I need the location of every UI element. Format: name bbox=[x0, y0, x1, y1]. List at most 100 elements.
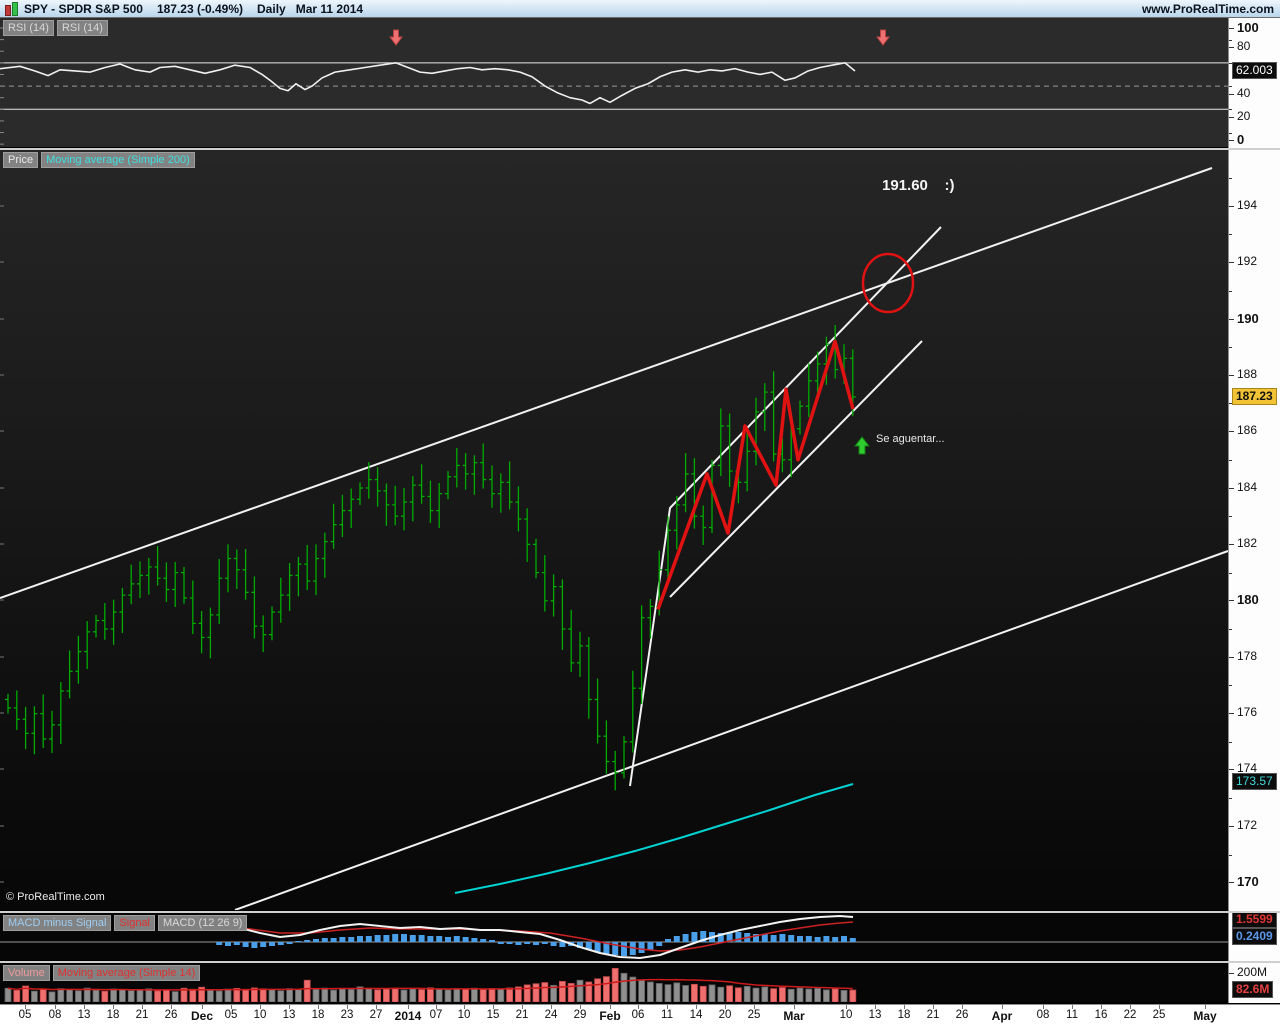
date-label: 27 bbox=[369, 1009, 383, 1021]
date-axis[interactable]: 05 08 13 18 21 26 Dec 05 10 13 18 23 27 2014 07 10 15 21 2… bbox=[0, 1004, 1280, 1024]
scale-tick bbox=[1229, 47, 1234, 48]
date-label: 10 bbox=[253, 1009, 267, 1021]
sell-arrow-icon[interactable] bbox=[876, 29, 890, 46]
date-label: 2014 bbox=[394, 1009, 422, 1023]
scale-tick bbox=[1229, 347, 1232, 348]
date-label: 10 bbox=[457, 1009, 471, 1021]
scale-tick bbox=[1229, 177, 1232, 179]
volume-value-box: 82.6M bbox=[1232, 981, 1274, 998]
scale-label: 172 bbox=[1237, 818, 1258, 832]
scale-label: 0 bbox=[1237, 132, 1245, 147]
scale-tick bbox=[1229, 973, 1234, 974]
scale-label: 174 bbox=[1237, 761, 1258, 775]
scale-tick bbox=[1229, 459, 1232, 461]
ma200-value-box: 173.57 bbox=[1232, 773, 1277, 790]
scale-tick bbox=[1229, 882, 1234, 883]
last-price-box: 187.23 bbox=[1232, 388, 1277, 405]
date-label: 25 bbox=[747, 1009, 761, 1021]
scale-tick bbox=[1229, 769, 1234, 770]
volume-label[interactable]: Volume bbox=[3, 965, 50, 981]
target-price-annotation[interactable]: 191.60 :) bbox=[882, 177, 955, 194]
note-annotation[interactable]: Se aguentar... bbox=[876, 433, 945, 445]
scale-label: 190 bbox=[1237, 311, 1259, 326]
scale-tick bbox=[1229, 132, 1232, 134]
scale-tick bbox=[1229, 488, 1234, 489]
website-link[interactable]: www.ProRealTime.com bbox=[1142, 2, 1274, 16]
scale-tick bbox=[1229, 94, 1234, 95]
scale-label: 188 bbox=[1237, 367, 1258, 381]
date-label: 08 bbox=[48, 1009, 62, 1021]
instrument-title: SPY - SPDR S&P 500 bbox=[24, 1, 143, 16]
scale-tick bbox=[1229, 262, 1234, 263]
scale-tick bbox=[1229, 600, 1234, 601]
scale-label: 192 bbox=[1237, 254, 1258, 268]
date-label: Mar bbox=[783, 1009, 805, 1023]
date-label: 13 bbox=[282, 1009, 296, 1021]
date-label: 07 bbox=[429, 1009, 443, 1021]
date-label: 24 bbox=[544, 1009, 558, 1021]
scale-tick bbox=[1229, 713, 1234, 714]
volume-panel[interactable]: Volume Moving average (Simple 14) bbox=[0, 963, 1228, 1002]
ma200-label[interactable]: Moving average (Simple 200) bbox=[41, 152, 195, 168]
scale-tick bbox=[1229, 206, 1234, 207]
date-label: 10 bbox=[839, 1009, 853, 1021]
scale-label: 170 bbox=[1237, 874, 1259, 889]
sell-arrow-icon[interactable] bbox=[389, 29, 403, 46]
signal-label[interactable]: Signal bbox=[114, 915, 155, 931]
scale-tick bbox=[1229, 375, 1234, 376]
date-label: 23 bbox=[340, 1009, 354, 1021]
scale-tick bbox=[1229, 826, 1234, 827]
title-bar: SPY - SPDR S&P 500 187.23 (-0.49%) Daily… bbox=[0, 0, 1280, 18]
macd-hist-value-box: 0.2409 bbox=[1232, 928, 1277, 945]
scale-label: 186 bbox=[1237, 423, 1258, 437]
scale-label: 180 bbox=[1237, 592, 1259, 607]
rsi-chart bbox=[0, 27, 1228, 145]
scale-tick bbox=[1229, 403, 1232, 405]
scale-label: 20 bbox=[1237, 109, 1251, 123]
scale-tick bbox=[1229, 431, 1234, 432]
date-label: 18 bbox=[897, 1009, 911, 1021]
prorealtime-window: SPY - SPDR S&P 500 187.23 (-0.49%) Daily… bbox=[0, 0, 1280, 1024]
panel-separator bbox=[0, 961, 1280, 963]
rsi-panel[interactable]: RSI (14) RSI (14) bbox=[0, 18, 1228, 147]
scale-tick bbox=[1229, 39, 1232, 41]
scale-label: 178 bbox=[1237, 649, 1258, 663]
macd-panel[interactable]: MACD minus Signal Signal MACD (12 26 9) bbox=[0, 913, 1228, 960]
scale-label: 200M bbox=[1237, 965, 1268, 979]
rsi-indicator-label-1[interactable]: RSI (14) bbox=[3, 20, 54, 36]
date-label: 22 bbox=[1123, 1009, 1137, 1021]
date-label: Feb bbox=[599, 1009, 621, 1023]
date-label: Apr bbox=[991, 1009, 1013, 1023]
candlestick-icon bbox=[4, 2, 18, 16]
scale-tick bbox=[1229, 657, 1234, 658]
macd-minus-signal-label[interactable]: MACD minus Signal bbox=[3, 915, 112, 931]
scale-label: 100 bbox=[1237, 20, 1259, 35]
up-arrow-icon[interactable] bbox=[853, 436, 871, 455]
scale-tick bbox=[1229, 629, 1232, 630]
scale-tick bbox=[1229, 234, 1232, 236]
scale-tick bbox=[1229, 854, 1232, 856]
price-scale-column[interactable]: 62.003 187.23 173.57 1.5599 0.2409 82.6M… bbox=[1228, 18, 1280, 1003]
rsi-indicator-label-2[interactable]: RSI (14) bbox=[56, 20, 108, 36]
price-panel[interactable]: Price Moving average (Simple 200) 191.60… bbox=[0, 150, 1228, 910]
scale-tick bbox=[1229, 319, 1234, 320]
volume-ma-label[interactable]: Moving average (Simple 14) bbox=[52, 965, 201, 981]
chart-date: Mar 11 2014 bbox=[295, 1, 364, 16]
date-label: 26 bbox=[164, 1009, 178, 1021]
prorealtime-watermark: © ProRealTime.com bbox=[6, 891, 105, 903]
scale-tick bbox=[1229, 140, 1234, 141]
timeframe-label[interactable]: Daily bbox=[257, 2, 286, 16]
date-label: 26 bbox=[955, 1009, 969, 1021]
date-label: 08 bbox=[1036, 1009, 1050, 1021]
rsi-value-box: 62.003 bbox=[1232, 62, 1277, 79]
date-label: 13 bbox=[77, 1009, 91, 1021]
date-label: 21 bbox=[135, 1009, 149, 1021]
scale-tick bbox=[1229, 28, 1234, 29]
date-label: 20 bbox=[718, 1009, 732, 1021]
price-label[interactable]: Price bbox=[3, 152, 39, 168]
macd-label[interactable]: MACD (12 26 9) bbox=[158, 915, 248, 931]
scale-tick bbox=[1229, 62, 1232, 64]
scale-label: 40 bbox=[1237, 86, 1251, 100]
scale-tick bbox=[1229, 290, 1232, 292]
scale-tick bbox=[1229, 516, 1232, 518]
